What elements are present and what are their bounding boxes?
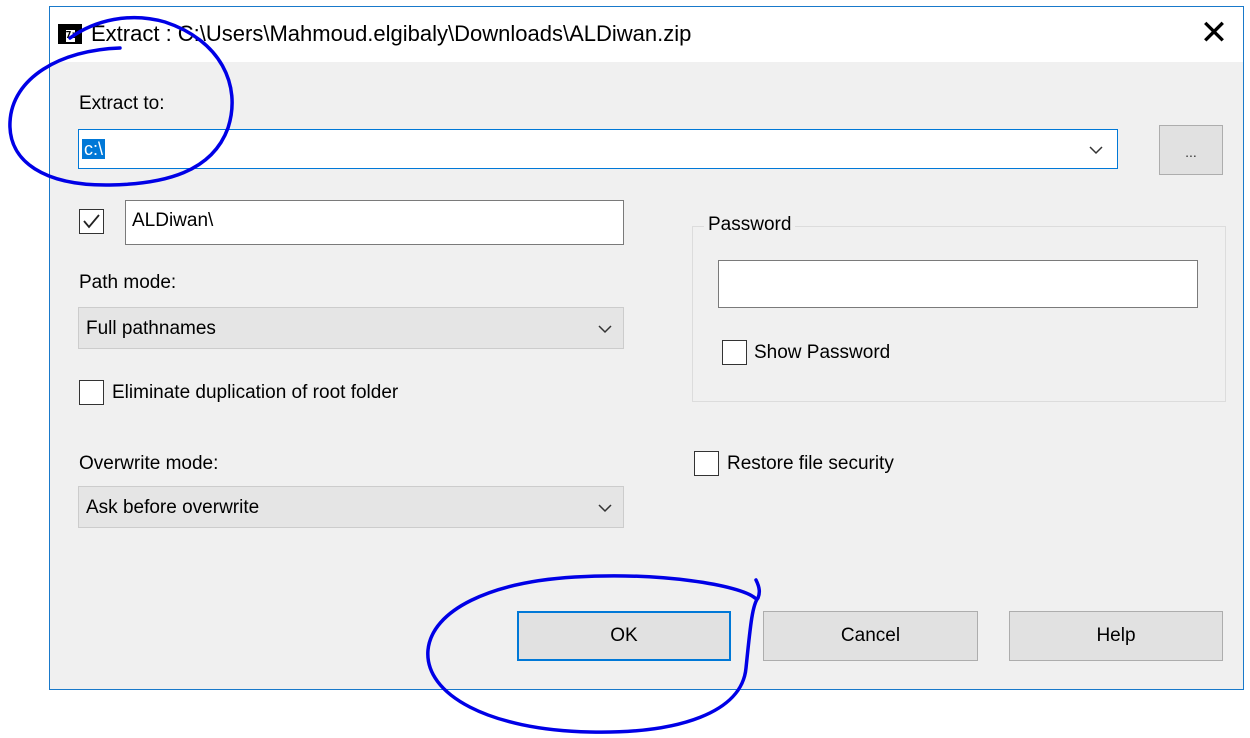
- subfolder-name-value[interactable]: ALDiwan\: [132, 209, 213, 233]
- subfolder-checkbox[interactable]: [79, 209, 104, 234]
- password-input[interactable]: [718, 260, 1198, 308]
- overwrite-mode-label: Overwrite mode:: [79, 453, 219, 474]
- 7z-icon-glyph: 7z: [65, 30, 78, 42]
- 7z-app-icon: 7z: [58, 24, 82, 44]
- overwrite-mode-selected: Ask before overwrite: [86, 497, 260, 518]
- ok-button[interactable]: OK: [517, 611, 731, 661]
- chevron-down-icon[interactable]: [598, 501, 612, 515]
- cancel-button[interactable]: Cancel: [763, 611, 978, 661]
- overwrite-mode-dropdown[interactable]: Ask before overwrite: [78, 486, 624, 528]
- password-groupbox: [692, 226, 1226, 402]
- password-group-label: Password: [704, 213, 796, 237]
- path-mode-label: Path mode:: [79, 272, 177, 293]
- checkmark-icon: [83, 214, 100, 229]
- help-button[interactable]: Help: [1009, 611, 1223, 661]
- chevron-down-icon[interactable]: [1089, 143, 1103, 157]
- extract-to-label: Extract to:: [79, 93, 165, 114]
- close-icon[interactable]: ✕: [1194, 14, 1234, 54]
- chevron-down-icon[interactable]: [598, 322, 612, 336]
- show-password-checkbox[interactable]: [722, 340, 747, 365]
- eliminate-duplication-label[interactable]: Eliminate duplication of root folder: [112, 381, 398, 405]
- browse-button[interactable]: ...: [1159, 125, 1223, 175]
- extract-to-value[interactable]: c:\: [82, 139, 106, 159]
- path-mode-selected: Full pathnames: [86, 318, 216, 339]
- restore-security-label[interactable]: Restore file security: [727, 452, 894, 476]
- eliminate-duplication-checkbox[interactable]: [79, 380, 104, 405]
- window-title: Extract : C:\Users\Mahmoud.elgibaly\Down…: [91, 21, 692, 46]
- subfolder-name-input[interactable]: ALDiwan\: [125, 200, 624, 245]
- path-mode-dropdown[interactable]: Full pathnames: [78, 307, 624, 349]
- show-password-label[interactable]: Show Password: [754, 341, 890, 365]
- restore-security-checkbox[interactable]: [694, 451, 719, 476]
- extract-to-combobox[interactable]: c:\: [78, 129, 1118, 169]
